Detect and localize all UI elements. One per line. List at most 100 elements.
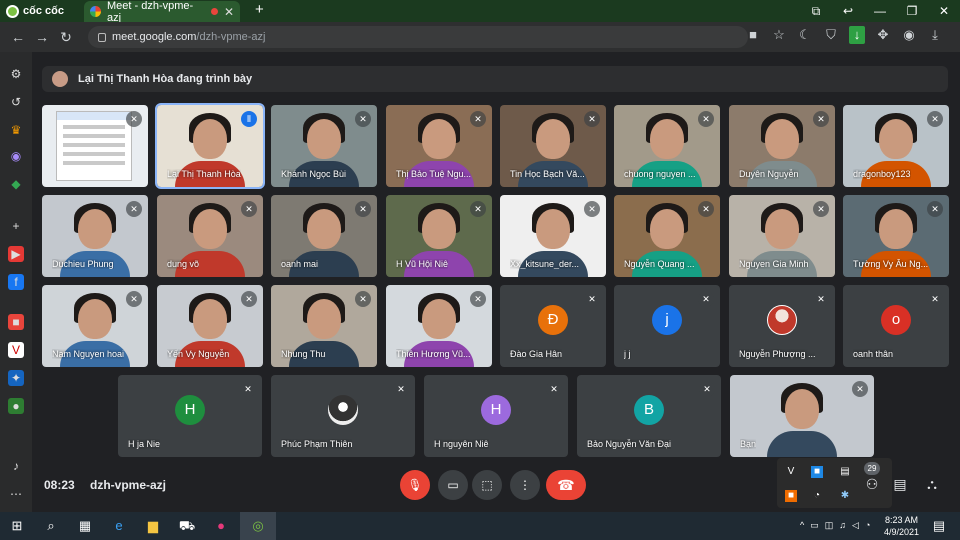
participant-tile[interactable]: ✕ Nhung Thu bbox=[271, 285, 377, 367]
restore-button[interactable]: ❐ bbox=[896, 0, 928, 22]
file-explorer-icon[interactable]: ▆ bbox=[144, 517, 162, 535]
notifications-icon[interactable]: ▤ bbox=[930, 517, 948, 535]
browser-brand[interactable]: cốc cốc bbox=[0, 4, 80, 18]
participant-tile[interactable]: ✕ Xx_kitsune_der... bbox=[500, 195, 606, 277]
more-options-icon[interactable]: ⋯ bbox=[8, 486, 24, 502]
system-clock[interactable]: 8:23 AM 4/9/2021 bbox=[884, 514, 919, 538]
participant-name: H ja Nie bbox=[128, 439, 161, 449]
participant-tile[interactable]: ✕ oanh mai bbox=[271, 195, 377, 277]
wifi-icon[interactable]: ◔ bbox=[865, 520, 870, 531]
participant-tile[interactable]: o ✕ oanh thân bbox=[843, 285, 949, 367]
profile-icon[interactable]: ◉ bbox=[901, 26, 917, 44]
task-view-icon[interactable]: ▦ bbox=[76, 517, 94, 535]
app-shortcut-1-icon[interactable]: ■ bbox=[8, 314, 24, 330]
network-icon[interactable]: ◫ bbox=[825, 520, 834, 531]
tray-v-icon[interactable]: V bbox=[785, 466, 797, 478]
camera-in-use-icon[interactable]: ■ bbox=[745, 26, 761, 44]
edge-icon[interactable]: e bbox=[110, 517, 128, 535]
participant-tile[interactable]: ✕ Tường Vy Âu Ng... bbox=[843, 195, 949, 277]
add-sidebar-icon[interactable]: + bbox=[8, 218, 24, 234]
shield-icon[interactable]: ⛉ bbox=[823, 26, 839, 44]
participant-tile[interactable]: ✕ Thị Bảo Tuệ Ngu... bbox=[386, 105, 492, 187]
facebook-icon[interactable]: f bbox=[8, 274, 24, 290]
leave-call-button[interactable]: ☎ bbox=[546, 470, 586, 500]
participant-tile[interactable]: ✕ Nguyễn Quang ... bbox=[614, 195, 720, 277]
participant-avatar: H bbox=[481, 395, 511, 425]
football-icon[interactable]: ● bbox=[8, 398, 24, 414]
mic-muted-icon: ✕ bbox=[240, 381, 256, 397]
participant-tile[interactable]: B ✕ Bảo Nguyễn Văn Đại bbox=[577, 375, 721, 457]
participant-tile[interactable]: ✕ Tin Học Bạch Vă... bbox=[500, 105, 606, 187]
participant-tile[interactable]: ✕ Nguyễn Phượng ... bbox=[729, 285, 835, 367]
crown-icon[interactable]: ♛ bbox=[8, 122, 24, 138]
tray-window-icon[interactable]: ▤ bbox=[839, 466, 851, 478]
chat-app-icon[interactable]: ● bbox=[212, 517, 230, 535]
participant-tile[interactable]: ✕ H Vũ Hội Niê bbox=[386, 195, 492, 277]
back-history-icon[interactable]: ↩ bbox=[832, 0, 864, 22]
downloads-icon[interactable]: ⤓ bbox=[927, 26, 943, 44]
dark-mode-icon[interactable]: ☾ bbox=[797, 26, 813, 44]
volume-icon[interactable]: ◁ bbox=[852, 520, 859, 531]
tray-teams-icon[interactable]: ✱ bbox=[839, 490, 851, 502]
coccoc-taskbar-icon[interactable]: ◎ bbox=[249, 517, 267, 535]
notification-bell-icon[interactable]: ♪ bbox=[8, 458, 24, 474]
participant-tile[interactable]: ✕ Bạn bbox=[730, 375, 874, 457]
tray-app-icon[interactable]: ■ bbox=[811, 466, 823, 478]
activities-button[interactable]: ⛬ bbox=[920, 472, 944, 496]
bookmark-star-icon[interactable]: ☆ bbox=[771, 26, 787, 44]
participant-tile[interactable]: ⦀ Lại Thị Thanh Hòa bbox=[155, 103, 265, 189]
participant-video-face bbox=[78, 209, 112, 249]
participant-tile[interactable]: ✕ Thiên Hương Vũ... bbox=[386, 285, 492, 367]
news-icon[interactable]: ✦ bbox=[8, 370, 24, 386]
present-screen-button[interactable]: ⬚ bbox=[472, 470, 502, 500]
participant-tile[interactable]: ✕ Khánh Ngọc Bùi bbox=[271, 105, 377, 187]
messenger-icon[interactable]: ◉ bbox=[8, 148, 24, 164]
participant-tile[interactable]: ✕ Phúc Phạm Thiên bbox=[271, 375, 415, 457]
participant-tile[interactable]: j ✕ j j bbox=[614, 285, 720, 367]
participant-tile[interactable]: ✕ chuong nguyen ... bbox=[614, 105, 720, 187]
participant-tile[interactable]: ✕ Nam Nguyen hoai bbox=[42, 285, 148, 367]
tray-wifi-icon[interactable]: ◔ bbox=[811, 490, 823, 502]
back-button[interactable]: ← bbox=[6, 29, 30, 45]
participant-tile[interactable]: ✕ Duyên Nguyễn bbox=[729, 105, 835, 187]
people-button[interactable]: ⚇ bbox=[860, 472, 884, 496]
tab-close-icon[interactable]: ✕ bbox=[224, 5, 234, 19]
screenshot-icon[interactable]: ⧉ bbox=[800, 0, 832, 22]
new-tab-button[interactable]: + bbox=[255, 1, 264, 18]
extensions-icon[interactable]: ✥ bbox=[875, 26, 891, 44]
participant-tile[interactable]: ✕ bbox=[42, 105, 148, 187]
chevron-up-icon[interactable]: ^ bbox=[800, 520, 804, 531]
battery-icon[interactable]: ▭ bbox=[810, 520, 819, 531]
participant-tile[interactable]: ✕ Duchieu Phung bbox=[42, 195, 148, 277]
minimize-button[interactable]: — bbox=[864, 0, 896, 22]
store-icon[interactable]: ⛟ bbox=[178, 517, 196, 535]
mic-muted-icon: ✕ bbox=[927, 291, 943, 307]
more-options-button[interactable]: ⋮ bbox=[510, 470, 540, 500]
participant-tile[interactable]: ✕ dragonboy123 bbox=[843, 105, 949, 187]
participant-video-face bbox=[193, 299, 227, 339]
participant-tile[interactable]: ✕ Yến Vy Nguyễn bbox=[157, 285, 263, 367]
youtube-icon[interactable]: ▶ bbox=[8, 246, 24, 262]
participant-tile[interactable]: H ✕ H nguyên Niê bbox=[424, 375, 568, 457]
tray-orange-icon[interactable]: ■ bbox=[785, 490, 797, 502]
reload-button[interactable]: ↻ bbox=[54, 29, 78, 46]
windows-start-icon[interactable]: ⊞ bbox=[8, 517, 26, 535]
participant-tile[interactable]: H ✕ H ja Nie bbox=[118, 375, 262, 457]
chat-button[interactable]: ▤ bbox=[888, 472, 912, 496]
participant-tile[interactable]: Đ ✕ Đào Gia Hân bbox=[500, 285, 606, 367]
download-extension-icon[interactable]: ↓ bbox=[849, 26, 865, 44]
forward-button[interactable]: → bbox=[30, 29, 54, 45]
mic-tray-icon[interactable]: ♫ bbox=[839, 520, 846, 531]
browser-tab-meet[interactable]: Meet - dzh-vpme-azj ✕ bbox=[84, 0, 240, 24]
search-icon[interactable]: ⌕ bbox=[42, 517, 60, 535]
participant-tile[interactable]: ✕ Nguyen Gia Minh bbox=[729, 195, 835, 277]
address-bar[interactable]: meet.google.com/dzh-vpme-azj bbox=[88, 26, 748, 48]
settings-icon[interactable]: ⚙ bbox=[8, 66, 24, 82]
close-window-button[interactable]: ✕ bbox=[928, 0, 960, 22]
participant-tile[interactable]: ✕ dung võ bbox=[157, 195, 263, 277]
camera-off-button[interactable]: ▭ bbox=[438, 470, 468, 500]
mic-off-button[interactable]: 🎙 bbox=[400, 470, 430, 500]
game-icon[interactable]: ◆ bbox=[8, 176, 24, 192]
history-icon[interactable]: ↺ bbox=[8, 94, 24, 110]
vtv-icon[interactable]: V bbox=[8, 342, 24, 358]
